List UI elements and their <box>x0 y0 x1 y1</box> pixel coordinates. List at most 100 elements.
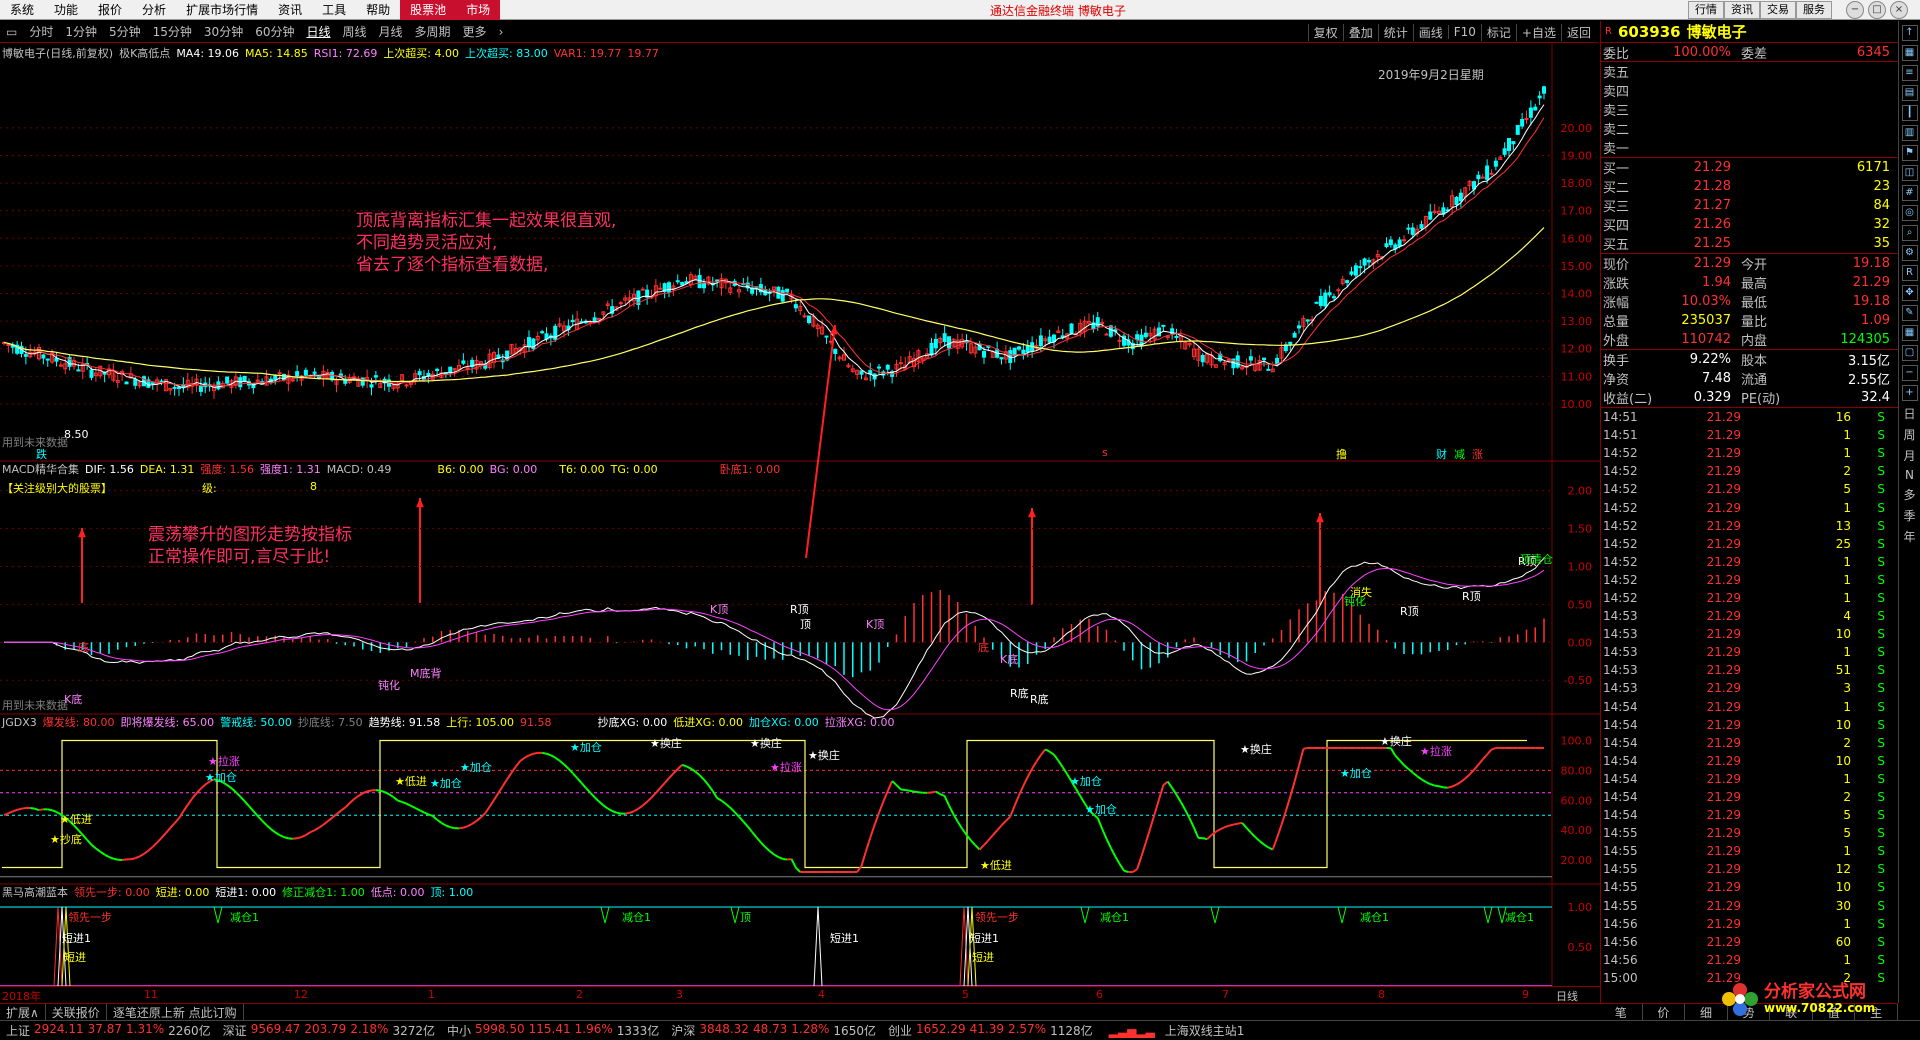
jgdx-name[interactable]: JGDX3 <box>2 716 37 729</box>
period-15min[interactable]: 15分钟 <box>147 23 198 40</box>
period-shortcut[interactable]: 年 <box>1903 528 1915 545</box>
layout-icon[interactable]: ▭ <box>0 25 23 39</box>
candle-body <box>1327 292 1332 296</box>
stat-label: 现价 <box>1603 258 1630 273</box>
buy-row[interactable]: 买五 21.25 35 <box>1601 234 1898 253</box>
timeline: 2018年 11 12 1 2 3 4 5 6 7 8 9 日线 <box>0 986 1600 1003</box>
buy-row[interactable]: 买二 21.28 23 <box>1601 177 1898 196</box>
tick-restore-tab[interactable]: 逐笔还原上新 点此订购 <box>107 1003 244 1021</box>
candle-body <box>1388 239 1393 246</box>
grid-icon[interactable]: ▦ <box>1901 45 1918 61</box>
period-30min[interactable]: 30分钟 <box>198 23 249 40</box>
period-60min[interactable]: 60分钟 <box>249 23 300 40</box>
chevron-right-icon[interactable]: › <box>493 25 510 39</box>
f10-button[interactable]: F10 <box>1447 25 1481 39</box>
sys-quote-button[interactable]: 行情 <box>1688 1 1724 19</box>
list-icon[interactable]: ≡ <box>1901 65 1918 81</box>
jgdx-oscillator <box>886 780 894 792</box>
period-intraday[interactable]: 分时 <box>23 23 59 40</box>
target-icon[interactable]: ◎ <box>1901 205 1918 221</box>
menu-analysis[interactable]: 分析 <box>132 0 176 20</box>
sys-news-button[interactable]: 资讯 <box>1724 1 1760 19</box>
mark-button[interactable]: 标记 <box>1480 23 1516 41</box>
index-quote[interactable]: 创业 1652.29 41.39 2.57% 1128亿 <box>882 1022 1099 1039</box>
plus-icon[interactable]: + <box>1901 385 1918 401</box>
webi-row: 委比 100.00% 委差 6345 <box>1601 43 1898 62</box>
menu-extended-market[interactable]: 扩展市场行情 <box>176 0 268 20</box>
close-icon[interactable]: × <box>1890 1 1908 19</box>
tick-volume: 1 <box>1843 446 1851 461</box>
period-shortcut[interactable]: N <box>1905 468 1914 482</box>
menu-tools[interactable]: 工具 <box>312 0 356 20</box>
buy-row[interactable]: 买一 21.29 6171 <box>1601 158 1898 177</box>
back-button[interactable]: 返回 <box>1560 23 1596 41</box>
period-more[interactable]: 更多 <box>457 23 493 40</box>
sys-service-button[interactable]: 服务 <box>1796 1 1832 19</box>
index-quote[interactable]: 深证 9569.47 203.79 2.18% 3272亿 <box>217 1022 441 1039</box>
tick-list[interactable]: 14:51 21.29 16 S 14:51 21.29 1 S 14:52 21.29 1 S 14:… <box>1601 408 1898 987</box>
menu-stock-pool[interactable]: 股票池 <box>400 0 457 20</box>
period-shortcut[interactable]: 季 <box>1903 507 1915 524</box>
arrow-up-icon[interactable]: ↑ <box>1901 25 1918 41</box>
quote-tab[interactable]: 笔 <box>1600 1003 1643 1021</box>
menu-system[interactable]: 系统 <box>0 0 44 20</box>
maximize-icon[interactable]: □ <box>1868 1 1886 19</box>
period-shortcut[interactable]: 月 <box>1903 447 1915 464</box>
menu-market[interactable]: 市场 <box>456 0 501 20</box>
chart-icon[interactable]: ▤ <box>1901 85 1918 101</box>
expand-tab[interactable]: 扩展∧ <box>0 1003 46 1021</box>
tick-price: 21.29 <box>1706 645 1741 660</box>
sys-trade-button[interactable]: 交易 <box>1760 1 1796 19</box>
tick-time: 15:00 <box>1603 970 1638 985</box>
rsi-icon[interactable]: R <box>1901 265 1918 281</box>
add-watchlist-button[interactable]: +自选 <box>1515 23 1561 41</box>
heima-v-mark <box>1337 906 1347 924</box>
menu-function[interactable]: 功能 <box>44 0 88 20</box>
jgdx-signal: ★拉涨 <box>770 760 802 774</box>
period-multi[interactable]: 多周期 <box>409 23 457 40</box>
chart2-icon[interactable]: ◫ <box>1901 165 1918 181</box>
zoom-icon[interactable]: ⌕ <box>1901 225 1918 241</box>
period-5min[interactable]: 5分钟 <box>103 23 147 40</box>
jgdx-oscillator <box>773 853 779 858</box>
jgdx-oscillator <box>1153 799 1160 815</box>
flag-icon[interactable]: ⚑ <box>1901 145 1918 161</box>
menu-quote[interactable]: 报价 <box>88 0 132 20</box>
menu-news[interactable]: 资讯 <box>268 0 312 20</box>
index-quote[interactable]: 中小 5998.50 115.41 1.96% 1333亿 <box>441 1022 665 1039</box>
adjust-button[interactable]: 复权 <box>1307 23 1343 41</box>
macd-label: R底 <box>1010 686 1029 700</box>
ruler-icon[interactable]: ┃ <box>1901 105 1918 121</box>
period-1min[interactable]: 1分钟 <box>59 23 103 40</box>
menu-help[interactable]: 帮助 <box>356 0 400 20</box>
minimize-icon[interactable]: − <box>1846 1 1864 19</box>
draw-button[interactable]: 画线 <box>1412 23 1448 41</box>
gear-icon[interactable]: ⚙ <box>1901 245 1918 261</box>
table-icon[interactable]: ▦ <box>1901 325 1918 341</box>
tick-row: 14:52 21.29 1 S <box>1601 553 1898 571</box>
minus-icon[interactable]: − <box>1901 365 1918 381</box>
move-icon[interactable]: ✥ <box>1901 285 1918 301</box>
box-icon[interactable]: ▢ <box>1901 345 1918 361</box>
buy-row[interactable]: 买三 21.27 84 <box>1601 196 1898 215</box>
buy-row[interactable]: 买四 21.26 32 <box>1601 215 1898 234</box>
index-quote[interactable]: 上证 2924.11 37.87 1.31% 2260亿 <box>0 1022 217 1039</box>
pen-icon[interactable]: ✎ <box>1901 305 1918 321</box>
index-quote[interactable]: 沪深 3848.32 48.73 1.28% 1650亿 <box>665 1022 882 1039</box>
hash-icon[interactable]: # <box>1901 185 1918 201</box>
related-quote-tab[interactable]: 关联报价 <box>46 1003 107 1021</box>
period-shortcut[interactable]: 日 <box>1903 405 1915 422</box>
period-shortcut[interactable]: 周 <box>1903 426 1915 443</box>
heima-name[interactable]: 黑马高潮蓝本 <box>2 884 68 900</box>
period-weekly[interactable]: 周线 <box>337 23 373 40</box>
jgdx-oscillator <box>1394 754 1401 761</box>
period-daily[interactable]: 日线 <box>300 23 336 40</box>
chart-area[interactable]: 20.00 19.00 18.00 17.00 16.00 15.00 14.00 13.00… <box>0 43 1600 993</box>
bar-icon[interactable]: ▥ <box>1901 125 1918 141</box>
period-monthly[interactable]: 月线 <box>373 23 409 40</box>
stats-button[interactable]: 统计 <box>1377 23 1413 41</box>
quote-tab[interactable]: 价 <box>1643 1003 1686 1021</box>
overlay-button[interactable]: 叠加 <box>1342 23 1378 41</box>
macd-name[interactable]: MACD精华合集 <box>2 461 79 477</box>
period-shortcut[interactable]: 多 <box>1903 486 1915 503</box>
